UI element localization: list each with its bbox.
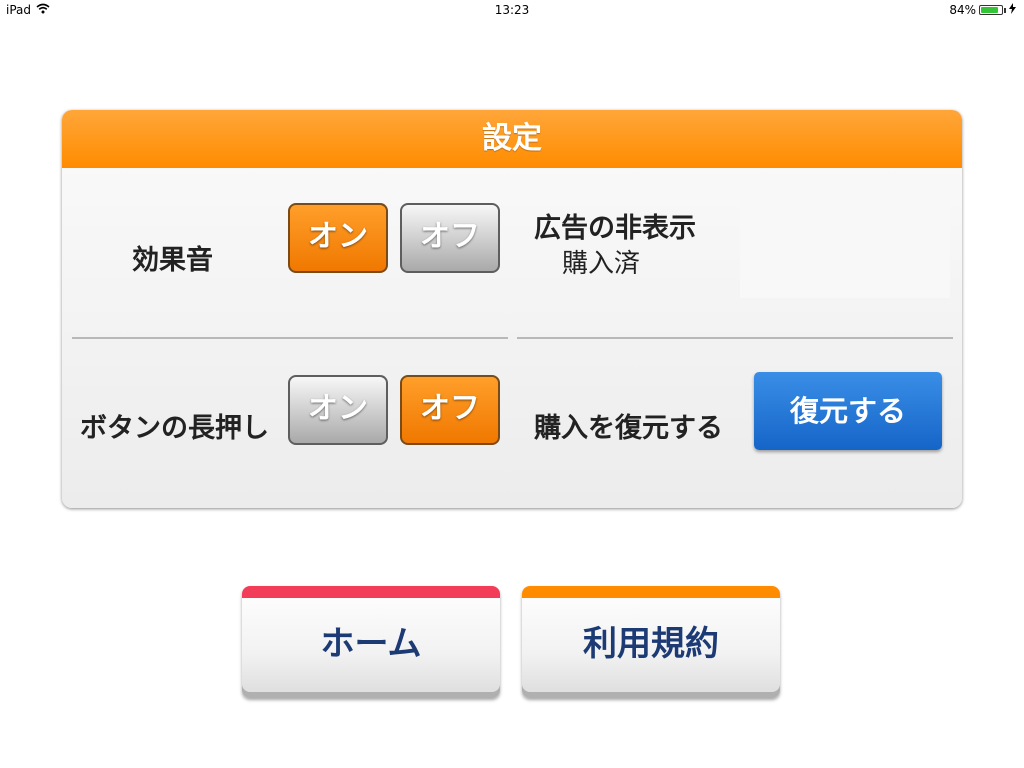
home-button-label: ホーム [320,624,422,664]
battery-icon [979,5,1003,15]
long-press-on-button[interactable]: オン [288,375,388,445]
status-bar-right: 84% [949,3,1016,17]
restore-button[interactable]: 復元する [754,372,942,450]
sound-effects-on-button[interactable]: オン [288,203,388,273]
sound-effects-label: 効果音 [132,245,213,276]
charging-icon [1009,3,1016,17]
long-press-label: ボタンの長押し [80,413,269,444]
battery-percent: 84% [949,3,976,17]
divider-left [72,337,508,339]
divider-right [517,337,953,339]
battery-tip [1004,7,1006,13]
battery-level-fill [981,7,998,13]
terms-button-stripe [522,586,780,598]
terms-button[interactable]: 利用規約 [522,586,780,698]
restore-purchase-label: 購入を復元する [534,413,723,444]
settings-panel: 設定 効果音 オン オフ 広告の非表示 購入済 ボタンの長押し オン オフ 購入… [62,110,962,508]
status-time: 13:23 [494,3,530,17]
terms-button-label: 利用規約 [583,624,719,664]
long-press-off-button[interactable]: オフ [400,375,500,445]
settings-title: 設定 [62,110,962,168]
status-bar: iPad 13:23 84% [0,0,1024,20]
hide-ads-status: 購入済 [562,249,641,279]
sound-effects-off-button[interactable]: オフ [400,203,500,273]
home-button[interactable]: ホーム [242,586,500,698]
ad-placeholder [740,196,950,298]
hide-ads-label: 広告の非表示 [534,213,696,244]
home-button-stripe [242,586,500,598]
